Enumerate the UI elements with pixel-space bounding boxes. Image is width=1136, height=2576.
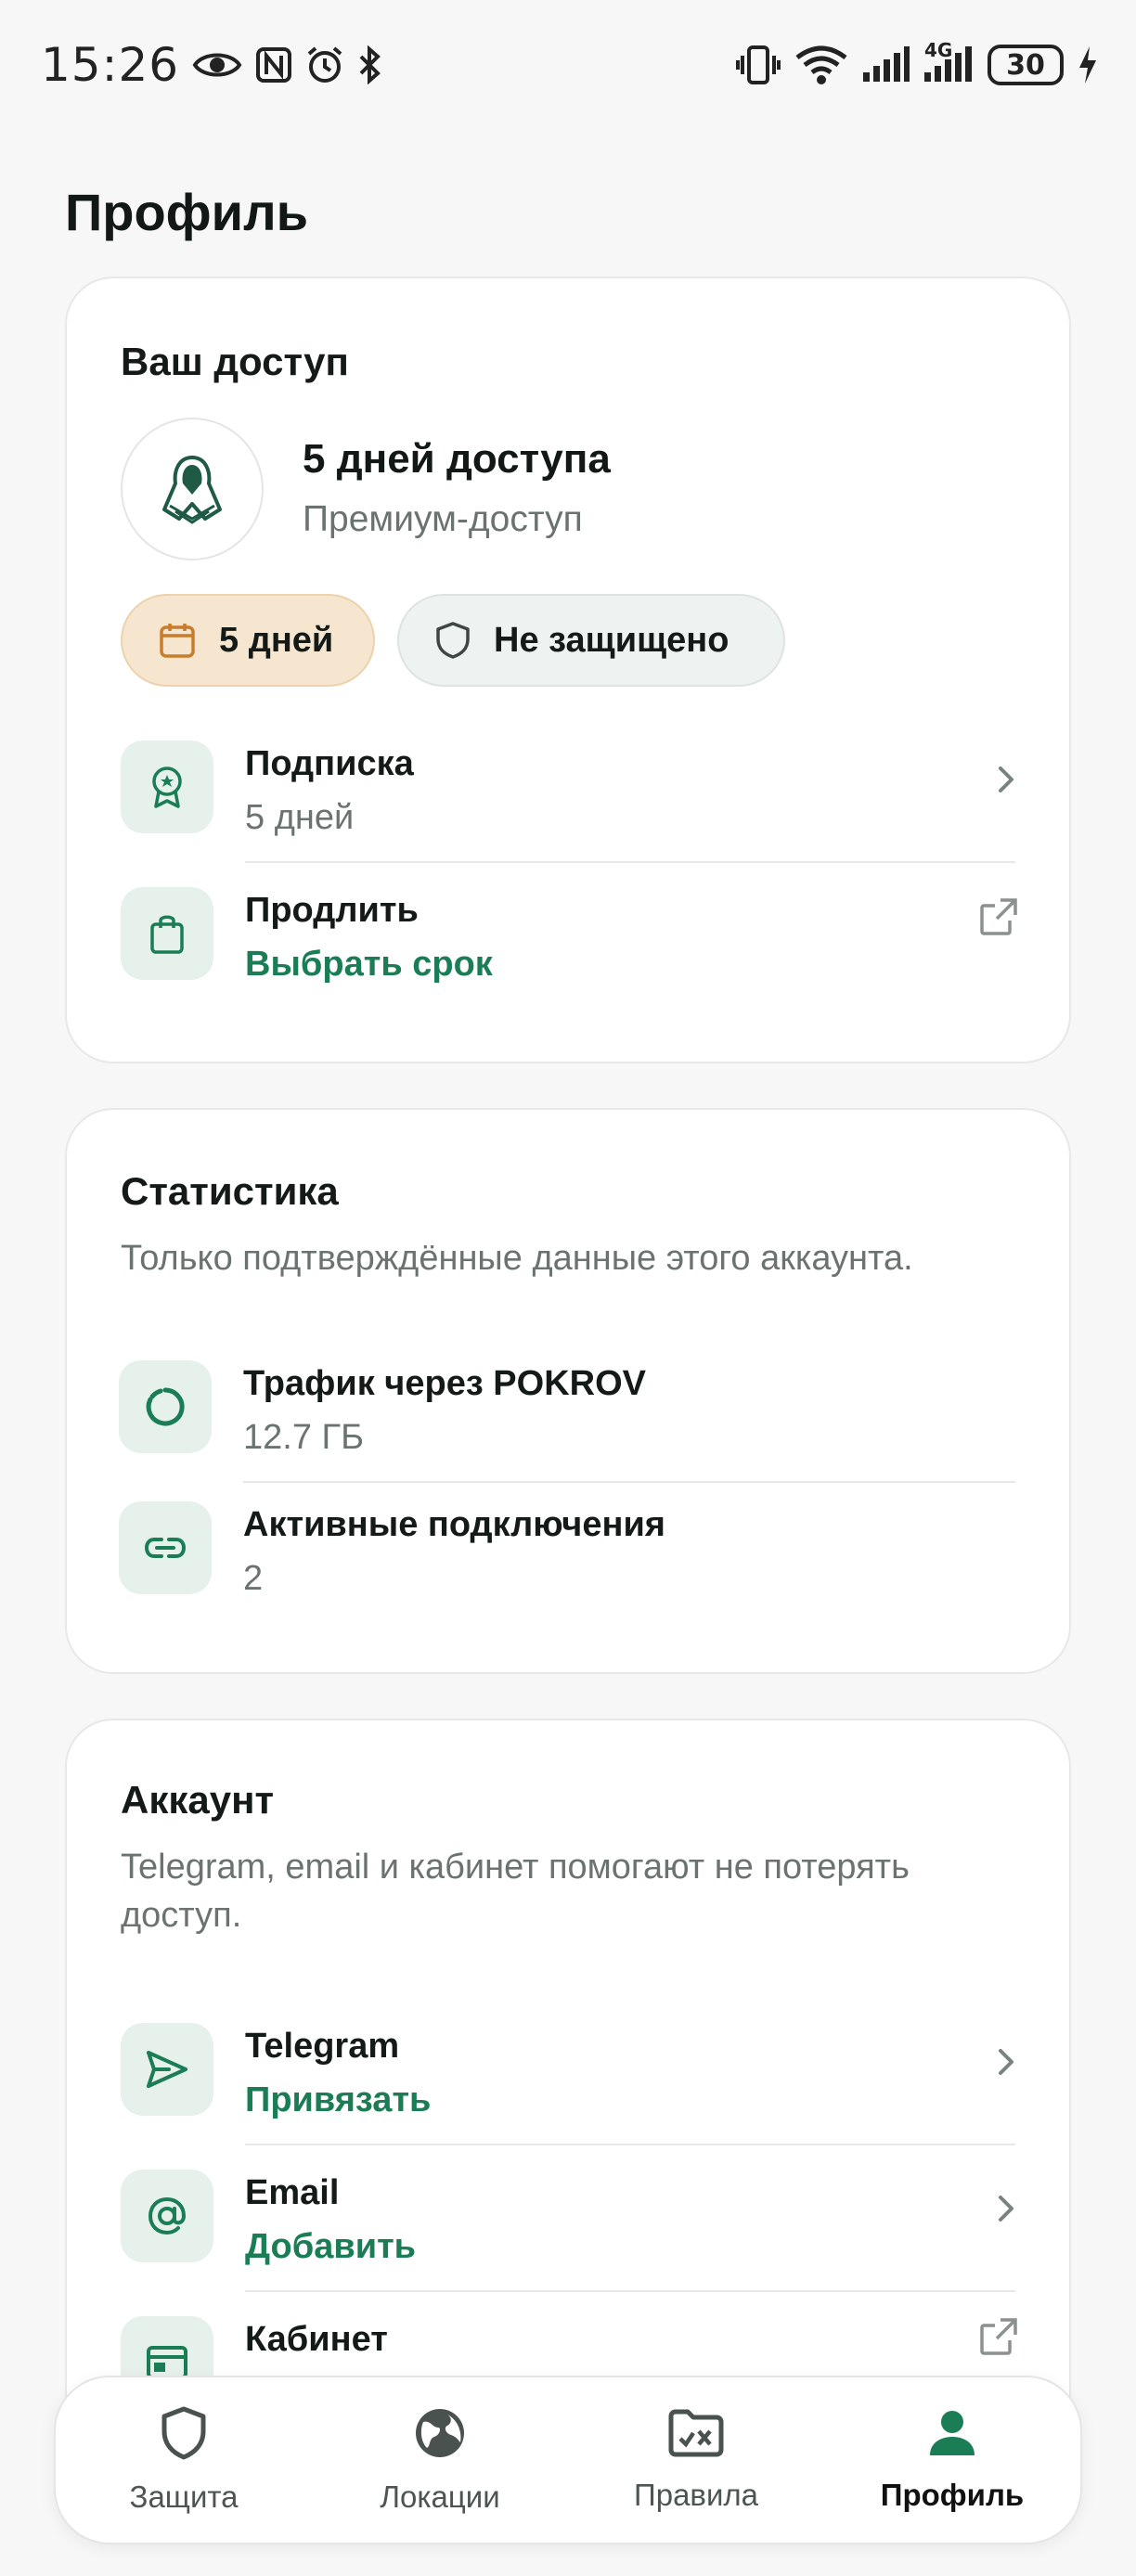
account-card-title: Аккаунт: [121, 1778, 275, 1822]
plan-title: 5 дней доступа: [303, 436, 611, 482]
nav-item-protection[interactable]: Защита: [72, 2390, 295, 2530]
signal-icon: [861, 46, 910, 84]
external-link-icon: [978, 896, 1019, 937]
shield-icon: [161, 2406, 206, 2460]
telegram-action[interactable]: Привязать: [245, 2080, 431, 2120]
nav-label-profile: Профиль: [880, 2478, 1025, 2512]
connections-row: Активные подключения 2: [119, 1501, 1017, 1641]
nav-item-locations[interactable]: Локации: [329, 2390, 551, 2530]
access-card-title: Ваш доступ: [121, 340, 349, 383]
divider: [245, 861, 1015, 863]
plan-subtitle: Премиум-доступ: [303, 499, 583, 539]
traffic-title: Трафик через POKROV: [243, 1364, 646, 1403]
chevron-right-icon: [993, 2190, 1019, 2227]
connections-title: Активные подключения: [243, 1505, 665, 1544]
status-time: 15:26: [41, 38, 180, 92]
chevron-right-icon: [993, 761, 1019, 798]
vibrate-icon: [735, 45, 781, 85]
traffic-row: Трафик через POKROV 12.7 ГБ: [119, 1360, 1017, 1500]
battery-indicator: 30: [988, 45, 1064, 85]
status-bar: 15:26 4G 30: [0, 0, 1136, 130]
connections-value: 2: [243, 1559, 264, 1598]
external-link-icon: [978, 2316, 1019, 2357]
protection-chip[interactable]: Не защищено: [397, 594, 785, 687]
email-row[interactable]: Email Добавить: [121, 2170, 1019, 2309]
award-icon: [121, 741, 213, 833]
email-action[interactable]: Добавить: [245, 2227, 416, 2267]
divider: [245, 2290, 1015, 2292]
account-card-subtitle-1: Telegram, email и кабинет помогают не по…: [121, 1848, 910, 1887]
stats-card-title: Статистика: [121, 1169, 339, 1213]
divider: [245, 2144, 1015, 2145]
telegram-row[interactable]: Telegram Привязать: [121, 2023, 1019, 2162]
at-sign-icon: [121, 2170, 213, 2262]
person-icon: [930, 2411, 975, 2455]
folder-rules-icon: [668, 2409, 724, 2457]
nav-label-locations: Локации: [380, 2479, 500, 2514]
nav-item-profile[interactable]: Профиль: [841, 2390, 1064, 2530]
account-card-subtitle-2: доступ.: [121, 1896, 242, 1935]
eye-icon: [192, 48, 242, 82]
renew-row[interactable]: Продлить Выбрать срок: [121, 887, 1019, 1026]
access-card: Ваш доступ 5 дней доступа Премиум-доступ…: [65, 277, 1071, 1063]
days-chip-label: 5 дней: [219, 620, 334, 660]
nav-label-rules: Правила: [634, 2478, 758, 2512]
renew-title: Продлить: [245, 891, 419, 930]
email-title: Email: [245, 2173, 340, 2212]
stats-card: Статистика Только подтверждённые данные …: [65, 1108, 1071, 1674]
globe-icon: [416, 2409, 464, 2457]
chevron-right-icon: [993, 2043, 1019, 2080]
shield-icon: [436, 622, 470, 659]
stats-card-subtitle: Только подтверждённые данные этого аккау…: [121, 1239, 913, 1278]
subscription-value: 5 дней: [245, 798, 355, 837]
page-title: Профиль: [65, 183, 309, 241]
bottom-nav: Защита Локации Правила Профиль: [54, 2376, 1082, 2544]
nfc-icon: [255, 46, 292, 84]
nav-item-rules[interactable]: Правила: [585, 2390, 807, 2530]
traffic-value: 12.7 ГБ: [243, 1418, 365, 1457]
divider: [243, 1481, 1015, 1483]
wifi-icon: [794, 45, 848, 85]
plan-avatar: [121, 418, 264, 560]
send-icon: [121, 2023, 213, 2116]
alarm-icon: [305, 45, 344, 84]
signal-4g-icon: 4G: [923, 41, 975, 84]
days-chip[interactable]: 5 дней: [121, 594, 375, 687]
calendar-icon: [160, 624, 195, 658]
renew-action[interactable]: Выбрать срок: [245, 945, 493, 985]
cabinet-title: Кабинет: [245, 2320, 388, 2359]
progress-ring-icon: [119, 1360, 212, 1453]
link-icon: [119, 1501, 212, 1594]
charging-icon: [1077, 45, 1099, 85]
subscription-title: Подписка: [245, 744, 414, 783]
telegram-title: Telegram: [245, 2027, 400, 2066]
bluetooth-icon: [357, 45, 381, 84]
nav-label-protection: Защита: [129, 2479, 239, 2514]
subscription-row[interactable]: Подписка 5 дней: [121, 741, 1019, 880]
protection-chip-label: Не защищено: [494, 620, 729, 660]
shopping-bag-icon: [121, 887, 213, 980]
brand-logo-icon: [162, 456, 222, 524]
